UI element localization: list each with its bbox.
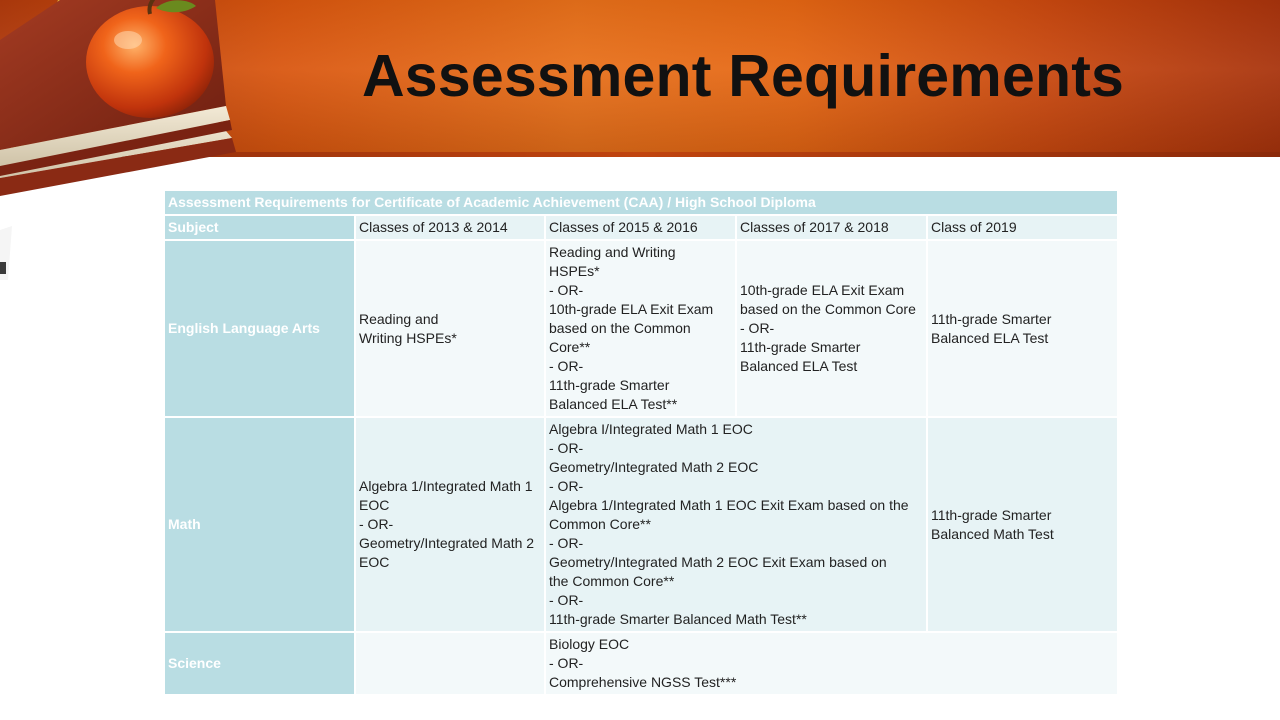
cell-line: based on the Common Core bbox=[740, 301, 916, 317]
cell-line: the Common Core** bbox=[549, 573, 675, 589]
cell-line: Balanced ELA Test bbox=[931, 329, 1049, 346]
header-classes-2015-2016: Classes of 2015 & 2016 bbox=[544, 214, 737, 241]
cell-line: Algebra 1/Integrated Math 1 bbox=[359, 478, 533, 494]
cell-line: HSPEs* bbox=[549, 263, 600, 279]
cell-line: Core** bbox=[549, 339, 591, 355]
math-2019: 11th-grade Smarter Balanced Math Test bbox=[926, 416, 1119, 633]
cell-line: Algebra 1/Integrated Math 1 EOC Exit Exa… bbox=[549, 497, 909, 513]
cell-line: - OR- bbox=[740, 320, 775, 336]
cell-line: Geometry/Integrated Math 2 bbox=[359, 535, 535, 551]
cell-line: 11th-grade Smarter bbox=[740, 339, 861, 355]
cell-line: - OR- bbox=[549, 440, 584, 456]
cell-line: Writing HSPEs* bbox=[359, 329, 457, 346]
cell-line: Balanced Math Test bbox=[931, 525, 1054, 542]
table-row-math: Math Algebra 1/Integrated Math 1 EOC - OR-… bbox=[163, 416, 1119, 633]
header-classes-2017-2018: Classes of 2017 & 2018 bbox=[735, 214, 928, 241]
assessment-requirements-table: Assessment Requirements for Certificate … bbox=[163, 189, 1119, 696]
cell-line: 11th-grade Smarter Balanced Math Test** bbox=[549, 611, 807, 627]
cell-line: Reading and bbox=[359, 310, 439, 327]
ela-2015-2016: Reading and Writing HSPEs* - OR- 10th-grade… bbox=[544, 239, 737, 418]
cell-line: Geometry/Integrated Math 2 EOC Exit Exam… bbox=[549, 554, 887, 570]
cell-line: - OR- bbox=[549, 478, 584, 494]
cell-line: - OR- bbox=[549, 535, 584, 551]
cell-line: 10th-grade ELA Exit Exam bbox=[740, 282, 905, 298]
cell-line: Balanced ELA Test bbox=[740, 358, 858, 374]
science-2015-2019: Biology EOC - OR- Comprehensive NGSS Test*… bbox=[544, 631, 1119, 696]
header-class-2019: Class of 2019 bbox=[926, 214, 1119, 241]
cell-line: - OR- bbox=[549, 358, 584, 374]
subject-ela: English Language Arts bbox=[163, 239, 356, 418]
cell-line: Biology EOC bbox=[549, 636, 630, 652]
subject-math: Math bbox=[163, 416, 356, 633]
cell-line: 10th-grade ELA Exit Exam bbox=[549, 301, 714, 317]
cell-line: based on the Common bbox=[549, 320, 691, 336]
cell-line: Geometry/Integrated Math 2 EOC bbox=[549, 459, 759, 475]
cell-line: Balanced ELA Test** bbox=[549, 396, 678, 412]
table-header-row: Subject Classes of 2013 & 2014 Classes o… bbox=[163, 214, 1119, 241]
cell-line: - OR- bbox=[359, 516, 394, 532]
header-classes-2013-2014: Classes of 2013 & 2014 bbox=[354, 214, 546, 241]
cell-line: 11th-grade Smarter bbox=[931, 506, 1052, 523]
ela-2017-2018: 10th-grade ELA Exit Exam based on the Com… bbox=[735, 239, 928, 418]
cell-line: - OR- bbox=[549, 655, 584, 671]
slide-title: Assessment Requirements bbox=[362, 43, 1125, 109]
table-row-ela: English Language Arts Reading and Writing… bbox=[163, 239, 1119, 418]
cell-line: Reading and Writing bbox=[549, 244, 676, 260]
header-subject: Subject bbox=[163, 214, 356, 241]
math-2015-2018: Algebra I/Integrated Math 1 EOC - OR- Geom… bbox=[544, 416, 928, 633]
subject-science: Science bbox=[163, 631, 356, 696]
cell-line: 11th-grade Smarter bbox=[931, 310, 1052, 327]
cell-line: Common Core** bbox=[549, 516, 651, 532]
ela-2019: 11th-grade Smarter Balanced ELA Test bbox=[926, 239, 1119, 418]
ela-2013-2014: Reading and Writing HSPEs* bbox=[354, 239, 546, 418]
cell-line: - OR- bbox=[549, 592, 584, 608]
cell-line: - OR- bbox=[549, 282, 584, 298]
table-caption: Assessment Requirements for Certificate … bbox=[163, 189, 1119, 216]
cell-line: Algebra I/Integrated Math 1 EOC bbox=[549, 421, 753, 437]
table-row-science: Science Biology EOC - OR- Comprehensive NG… bbox=[163, 631, 1119, 696]
math-2013-2014: Algebra 1/Integrated Math 1 EOC - OR- Geome… bbox=[354, 416, 546, 633]
cell-line: EOC bbox=[359, 554, 390, 570]
cell-line: Comprehensive NGSS Test*** bbox=[549, 674, 737, 690]
science-2013-2014 bbox=[354, 631, 546, 696]
cell-line: 11th-grade Smarter bbox=[549, 377, 670, 393]
cell-line: EOC bbox=[359, 497, 390, 513]
